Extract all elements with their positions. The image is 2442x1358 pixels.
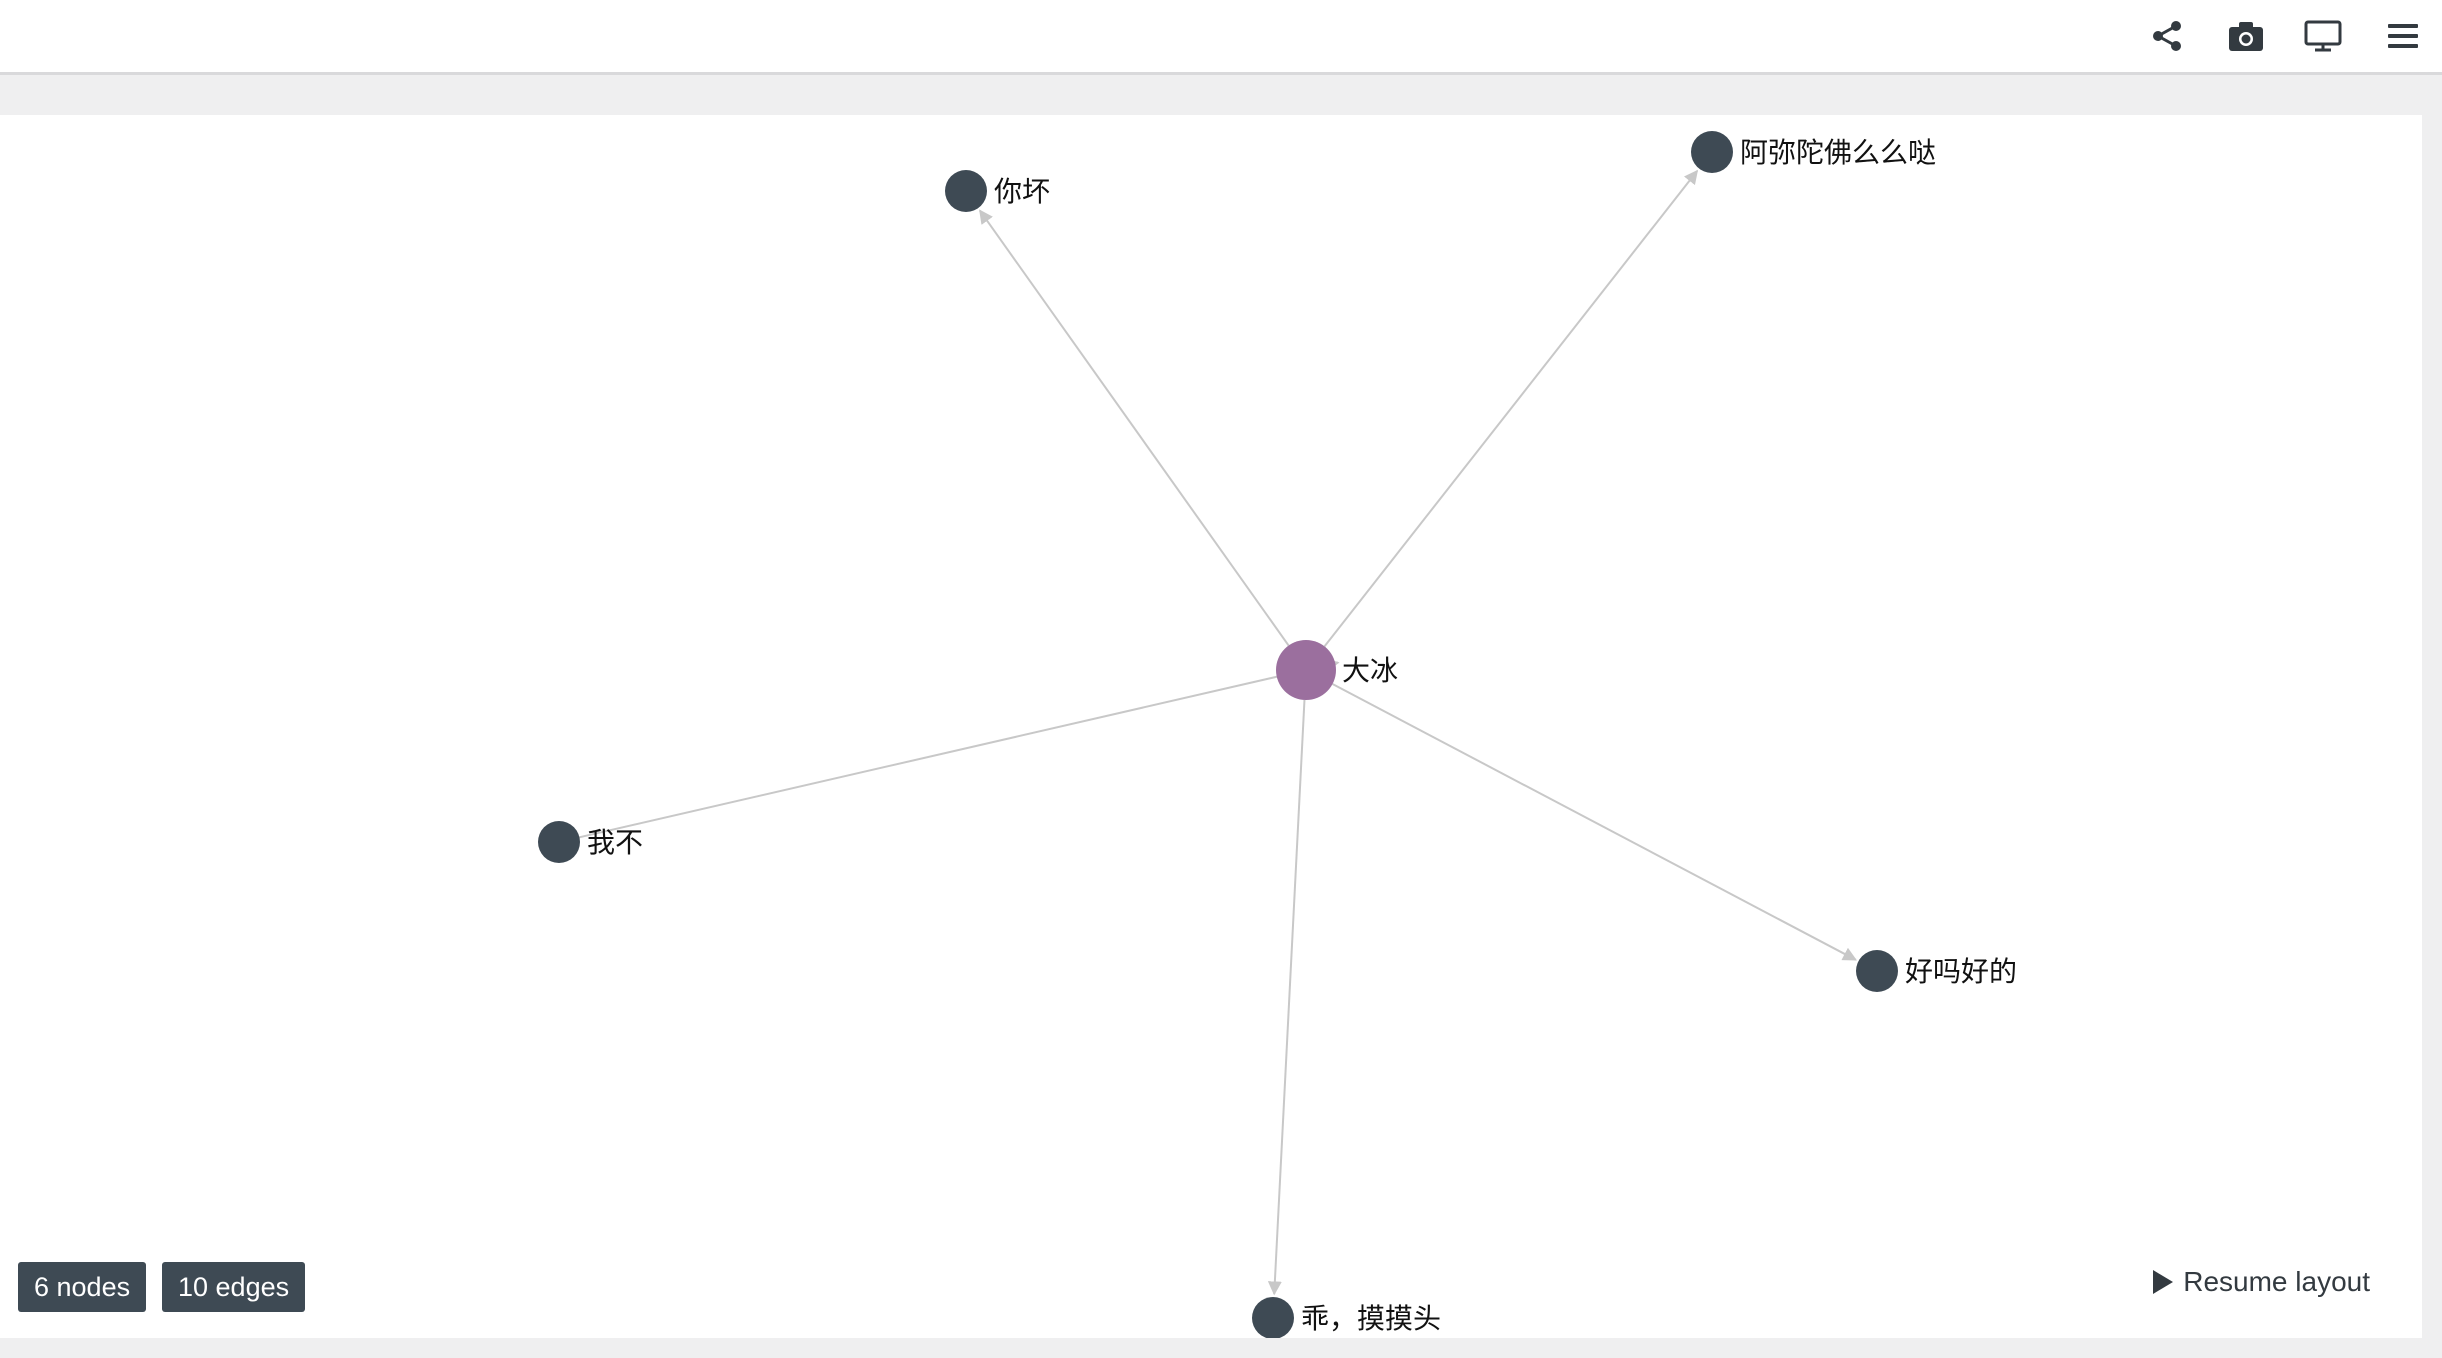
- edge-count-badge: 10 edges: [162, 1262, 306, 1312]
- network-graph[interactable]: 你坏 阿弥陀佛么么哒我不好吗好的乖，摸摸头 大冰: [0, 115, 2422, 1338]
- share-button[interactable]: [2143, 12, 2191, 60]
- graph-center-label: 大冰: [1342, 654, 1398, 687]
- play-icon: [2153, 1270, 2174, 1294]
- graph-edge: [1332, 683, 1858, 961]
- camera-icon: [2229, 22, 2263, 51]
- graph-edge: [1323, 169, 1699, 648]
- screenshot-button[interactable]: [2222, 12, 2270, 60]
- menu-button[interactable]: [2379, 12, 2427, 60]
- graph-node-label: 我不: [587, 826, 643, 859]
- graph-node[interactable]: [1252, 1297, 1294, 1338]
- graph-node[interactable]: [945, 170, 987, 212]
- graph-node-label: 乖，摸摸头: [1301, 1302, 1441, 1335]
- graph-node-label: 阿弥陀佛么么哒: [1740, 136, 1936, 169]
- graph-edge: [979, 209, 1290, 647]
- resume-layout-label: Resume layout: [2183, 1266, 2370, 1297]
- graph-node[interactable]: [538, 821, 580, 863]
- graph-nodes: [538, 131, 1898, 1338]
- graph-node[interactable]: [1856, 950, 1898, 992]
- fullscreen-button[interactable]: [2299, 12, 2347, 60]
- menu-icon: [2388, 24, 2418, 48]
- graph-canvas[interactable]: 你坏 阿弥陀佛么么哒 我不 好吗好的 乖，摸摸头 大冰 6 nodes 10 edges …: [0, 115, 2422, 1338]
- node-count-badge: 6 nodes: [18, 1262, 147, 1312]
- graph-node[interactable]: [1691, 131, 1733, 173]
- resume-layout-button[interactable]: Resume layout: [2153, 1266, 2370, 1298]
- graph-node-label: 你坏: [994, 175, 1050, 208]
- graph-center-node[interactable]: [1276, 640, 1336, 700]
- graph-edges: [538, 169, 1858, 1296]
- graph-edge: [1267, 699, 1306, 1296]
- graph-edge: [538, 658, 1340, 848]
- top-toolbar: [0, 0, 2442, 75]
- graph-node-label: 好吗好的: [1905, 955, 2017, 988]
- share-icon: [2153, 21, 2181, 51]
- monitor-icon: [2304, 20, 2342, 52]
